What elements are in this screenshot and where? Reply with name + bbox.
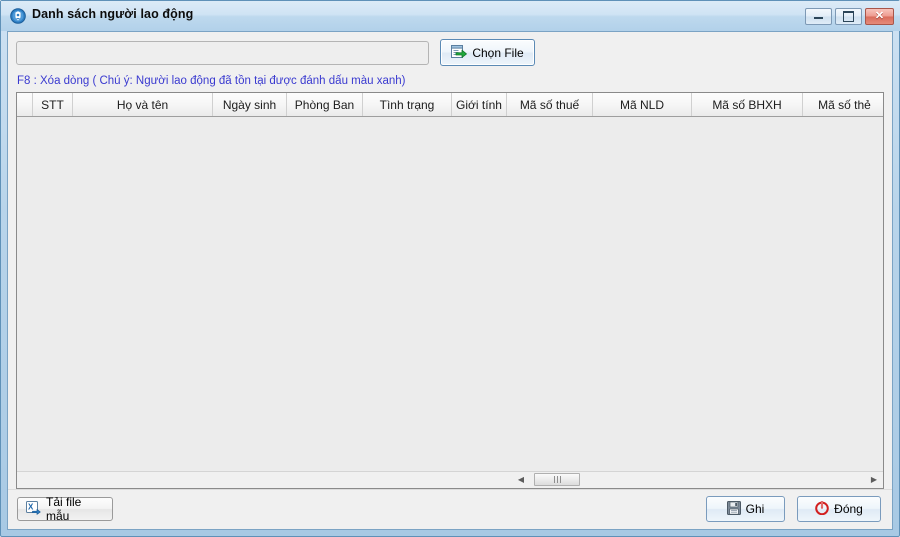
close-dialog-button[interactable]: Đóng: [797, 496, 881, 522]
excel-download-icon: X: [26, 500, 41, 518]
grid-row-selector-header[interactable]: [17, 93, 33, 116]
grid-column-header[interactable]: Họ và tên: [73, 93, 213, 116]
choose-file-button[interactable]: Chọn File: [440, 39, 535, 66]
maximize-icon: [836, 9, 861, 24]
file-select-row: Chọn File: [16, 39, 884, 69]
grid-column-header[interactable]: Mã số thẻ: [803, 93, 883, 116]
scroll-left-arrow-icon[interactable]: ◀: [513, 472, 529, 487]
minimize-icon: [806, 9, 831, 24]
save-label: Ghi: [745, 502, 765, 516]
grid-column-header[interactable]: Mã số thuế: [507, 93, 593, 116]
minimize-button[interactable]: [805, 8, 832, 25]
power-off-icon: [815, 500, 829, 518]
grid-column-header[interactable]: Mã NLD: [593, 93, 692, 116]
grid-column-header[interactable]: Tình trạng: [363, 93, 452, 116]
grid-horizontal-scrollbar[interactable]: ◀ ▶: [17, 471, 883, 488]
grid-column-header[interactable]: Phòng Ban: [287, 93, 363, 116]
window-title: Danh sách người lao động: [32, 7, 194, 21]
download-template-button[interactable]: X Tải file mẫu: [17, 495, 113, 523]
scroll-right-arrow-icon[interactable]: ▶: [866, 472, 882, 487]
file-path-input[interactable]: [16, 41, 429, 65]
dialog-client-area: Chọn File F8 : Xóa dòng ( Chú ý: Người l…: [7, 31, 893, 530]
employee-badge-icon: [10, 8, 26, 24]
grid-body-empty[interactable]: [17, 117, 883, 471]
title-bar: Danh sách người lao động ✕: [1, 1, 900, 31]
maximize-button[interactable]: [835, 8, 862, 25]
scrollbar-thumb[interactable]: [534, 473, 580, 486]
open-file-arrow-icon: [451, 44, 468, 62]
grid-column-header[interactable]: Mã số BHXH: [692, 93, 803, 116]
svg-text:X: X: [28, 502, 34, 511]
choose-file-label: Chọn File: [472, 45, 524, 60]
dialog-window: Danh sách người lao động ✕ Chọn File F8 …: [0, 0, 900, 537]
download-template-label: Tải file mẫu: [46, 495, 82, 523]
grid-column-header[interactable]: Ngày sinh: [213, 93, 287, 116]
shortcut-hint-text: F8 : Xóa dòng ( Chú ý: Người lao động đã…: [17, 75, 406, 87]
employee-data-grid[interactable]: STT Họ và tên Ngày sinh Phòng Ban Tình trạng…: [16, 92, 884, 489]
grid-column-header[interactable]: STT: [33, 93, 73, 116]
close-icon: ✕: [874, 10, 885, 22]
grid-header-row: STT Họ và tên Ngày sinh Phòng Ban Tình trạng…: [17, 93, 883, 117]
save-floppy-icon: [726, 500, 741, 518]
window-controls: ✕: [805, 8, 894, 25]
save-button[interactable]: Ghi: [706, 496, 785, 522]
grid-column-header[interactable]: Giới tính: [452, 93, 507, 116]
close-dialog-label: Đóng: [834, 502, 863, 516]
close-window-button[interactable]: ✕: [865, 8, 894, 25]
dialog-footer: X Tải file mẫu Ghi Đóng: [8, 489, 892, 529]
